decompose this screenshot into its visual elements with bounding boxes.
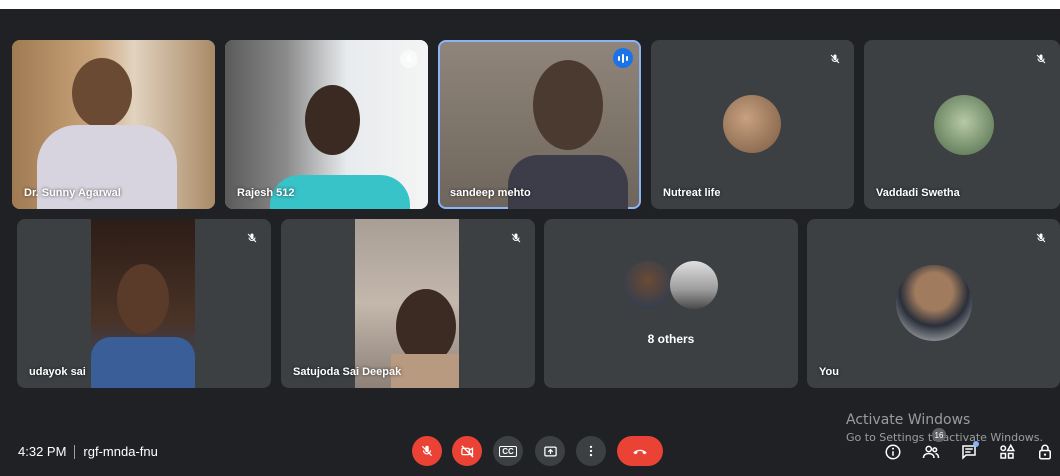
more-vert-icon xyxy=(589,445,593,457)
participant-name: You xyxy=(819,366,839,378)
person-silhouette xyxy=(72,58,132,128)
chat-button[interactable] xyxy=(958,441,980,463)
participant-tile[interactable]: udayok sai xyxy=(17,219,271,388)
activities-button[interactable] xyxy=(996,441,1018,463)
person-silhouette xyxy=(305,85,360,155)
mic-off-icon xyxy=(400,50,418,68)
present-button[interactable] xyxy=(535,436,565,466)
camera-off-icon xyxy=(460,444,474,458)
present-icon xyxy=(543,446,557,456)
person-body xyxy=(91,337,195,388)
participant-name: sandeep mehto xyxy=(450,187,531,199)
mic-toggle-button[interactable] xyxy=(412,436,442,466)
participant-name: Nutreat life xyxy=(663,187,721,199)
participant-tile[interactable]: Vaddadi Swetha xyxy=(864,40,1060,209)
participant-tile[interactable]: You xyxy=(807,219,1060,388)
mic-off-icon xyxy=(507,229,525,247)
captions-icon: CC xyxy=(499,445,517,457)
participant-avatar xyxy=(624,261,672,309)
mic-off-icon xyxy=(1032,229,1050,247)
participant-tile[interactable]: Nutreat life xyxy=(651,40,854,209)
people-icon xyxy=(922,445,940,459)
meeting-stage: Dr. Sunny Agarwal Rajesh 512 sandeep meh… xyxy=(0,9,1060,476)
participant-avatar xyxy=(723,95,781,153)
participant-name: Vaddadi Swetha xyxy=(876,187,960,199)
mic-off-icon xyxy=(243,229,261,247)
meeting-time: 4:32 PM xyxy=(18,444,67,459)
bottom-toolbar: 4:32 PM rgf-mnda-fnu CC xyxy=(0,425,1060,476)
host-controls-button[interactable] xyxy=(1034,441,1056,463)
others-count: 8 others xyxy=(647,332,695,346)
participant-avatar xyxy=(934,95,994,155)
participant-name: Dr. Sunny Agarwal xyxy=(24,187,121,199)
person-body xyxy=(508,155,628,209)
others-tile[interactable]: 8 others xyxy=(544,219,798,388)
person-silhouette xyxy=(117,264,169,334)
lock-person-icon xyxy=(1039,444,1051,460)
participant-tile[interactable]: sandeep mehto xyxy=(438,40,641,209)
person-silhouette xyxy=(396,289,456,364)
info-icon xyxy=(885,444,901,460)
participant-avatar xyxy=(896,265,972,341)
participant-count-badge: 16 xyxy=(932,428,946,442)
participant-tile[interactable]: Rajesh 512 xyxy=(225,40,428,209)
divider xyxy=(74,444,76,459)
mic-off-icon xyxy=(421,445,433,457)
participant-name: udayok sai xyxy=(29,366,86,378)
end-call-button[interactable] xyxy=(617,436,663,466)
meeting-code: rgf-mnda-fnu xyxy=(83,444,158,459)
participant-tile[interactable]: Satujoda Sai Deepak xyxy=(281,219,535,388)
participant-avatar xyxy=(670,261,718,309)
notification-dot xyxy=(973,441,979,447)
mic-off-icon xyxy=(1032,50,1050,68)
captions-button[interactable]: CC xyxy=(493,436,523,466)
participant-tile[interactable]: Dr. Sunny Agarwal xyxy=(12,40,215,209)
hangup-icon xyxy=(633,449,647,455)
camera-toggle-button[interactable] xyxy=(452,436,482,466)
activities-icon xyxy=(1000,443,1016,459)
participant-name: Satujoda Sai Deepak xyxy=(293,366,402,378)
more-options-button[interactable] xyxy=(576,436,606,466)
people-button[interactable] xyxy=(920,441,942,463)
mic-off-icon xyxy=(826,50,844,68)
speaking-icon xyxy=(613,48,633,68)
meeting-details-button[interactable] xyxy=(882,441,904,463)
person-silhouette xyxy=(533,60,603,150)
meeting-info: 4:32 PM rgf-mnda-fnu xyxy=(18,444,158,459)
participant-name: Rajesh 512 xyxy=(237,187,295,199)
